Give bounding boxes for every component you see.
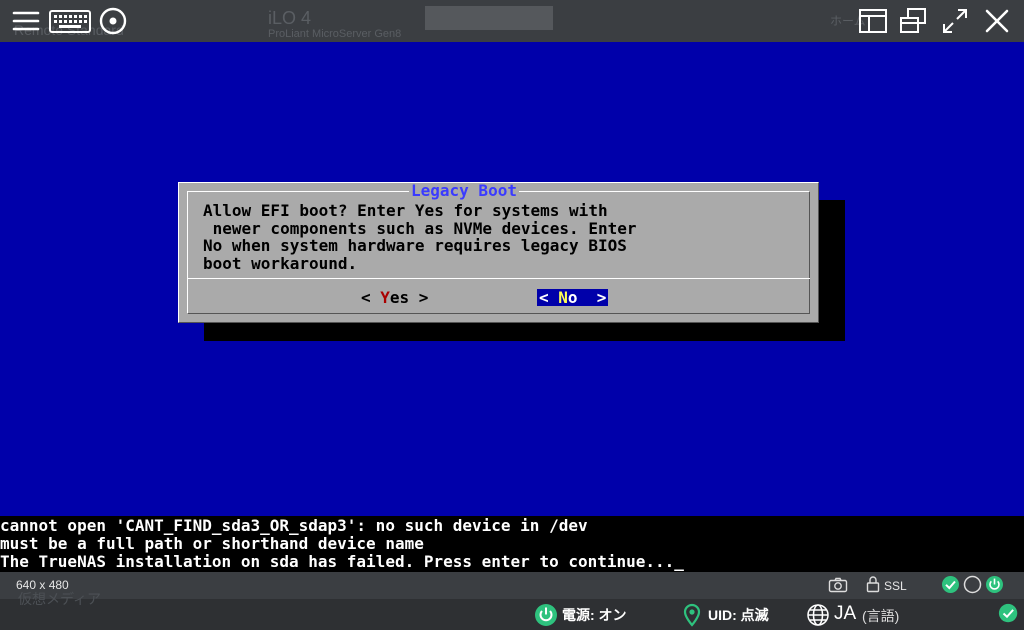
no-button-hotkey: N xyxy=(558,288,568,307)
language-label: (言語) xyxy=(862,608,900,624)
yes-button[interactable]: < Yes > xyxy=(359,289,430,306)
check-circle-icon xyxy=(941,575,960,594)
redacted-area xyxy=(425,6,553,30)
power-status[interactable]: 電源: オン xyxy=(534,603,634,627)
ilo-footer: 仮想メディア 電源: オン UID: 点滅 JA (言語) xyxy=(0,591,1024,630)
yes-button-prefix: < xyxy=(361,288,381,307)
console-status-bar: 640 x 480 SSL xyxy=(0,572,1024,599)
power-status-icon xyxy=(535,604,557,626)
disc-icon[interactable] xyxy=(98,6,128,36)
ssl-label: SSL xyxy=(884,579,907,593)
expand-icon[interactable] xyxy=(940,6,970,36)
background-virtual-media-text: 仮想メディア xyxy=(18,591,102,607)
terminal-output: cannot open 'CANT_FIND_sda3_OR_sdap3': n… xyxy=(0,516,1024,572)
terminal-line: cannot open 'CANT_FIND_sda3_OR_sdap3': n… xyxy=(0,516,588,535)
no-button-prefix: < xyxy=(539,288,559,307)
dialog-title: Legacy Boot xyxy=(409,181,519,200)
language-code: JA xyxy=(834,603,857,624)
terminal-line: must be a full path or shorthand device … xyxy=(0,534,424,553)
legacy-boot-dialog: Legacy Boot Allow EFI boot? Enter Yes fo… xyxy=(178,182,819,323)
dialog-message: Allow EFI boot? Enter Yes for systems wi… xyxy=(203,201,637,273)
keyboard-icon[interactable] xyxy=(48,6,92,36)
check-circle-icon xyxy=(998,603,1022,627)
lock-icon xyxy=(866,575,880,593)
no-button[interactable]: < No > xyxy=(537,288,609,307)
yes-button-hotkey: Y xyxy=(380,288,390,307)
power-icon xyxy=(985,575,1004,594)
uid-status-label: UID: 点滅 xyxy=(708,607,769,623)
remote-console-screen[interactable]: Legacy Boot Allow EFI boot? Enter Yes fo… xyxy=(0,42,1024,516)
language-selector[interactable]: JA (言語) xyxy=(806,603,916,627)
terminal-line: The TrueNAS installation on sda has fail… xyxy=(0,552,684,571)
uid-location-icon xyxy=(683,603,701,627)
empty-circle-icon xyxy=(963,575,982,594)
camera-icon[interactable] xyxy=(828,576,848,594)
windows-icon[interactable] xyxy=(898,6,928,36)
dialog-separator xyxy=(187,278,810,279)
background-title: iLO 4 xyxy=(268,8,312,28)
globe-icon xyxy=(807,604,829,626)
yes-button-rest: es > xyxy=(389,288,429,307)
close-icon[interactable] xyxy=(982,6,1012,36)
layout-icon[interactable] xyxy=(858,6,888,36)
remote-console-toolbar: Remote Standard iLO 4 ProLiant MicroServ… xyxy=(0,0,1024,42)
power-status-label: 電源: オン xyxy=(562,607,627,623)
no-button-rest: o > xyxy=(567,288,607,307)
uid-status[interactable]: UID: 点滅 xyxy=(680,603,780,627)
background-subtitle: ProLiant MicroServer Gen8 xyxy=(268,28,402,40)
hamburger-icon[interactable] xyxy=(11,6,41,36)
